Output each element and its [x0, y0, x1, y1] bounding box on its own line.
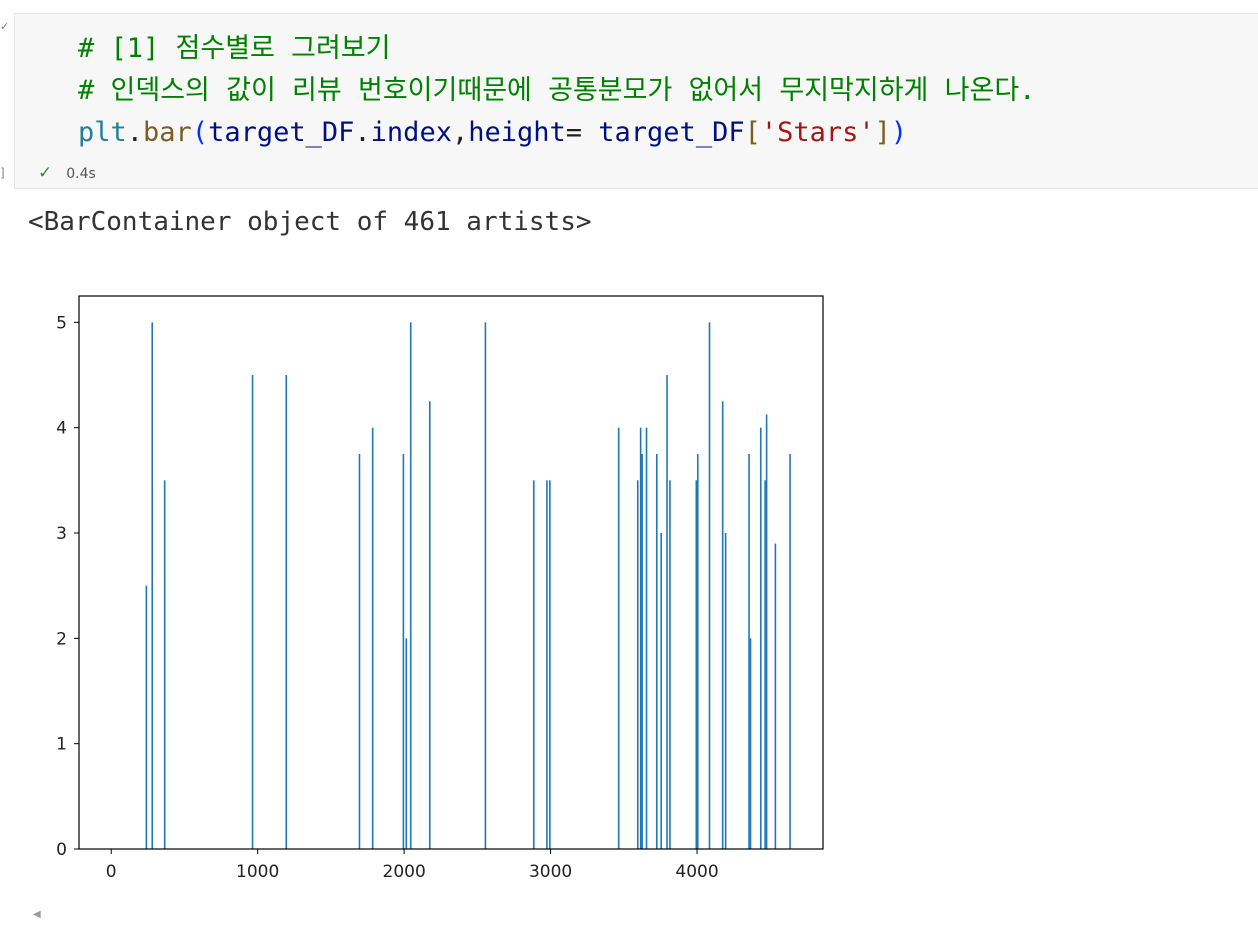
- bar: [641, 454, 643, 849]
- y-tick-label: 0: [56, 840, 67, 860]
- x-tick-label: 4000: [675, 862, 718, 882]
- bar: [546, 480, 548, 849]
- bar: [549, 480, 551, 849]
- bar: [645, 427, 648, 849]
- bar: [484, 322, 487, 849]
- bar-series: [145, 322, 791, 849]
- bar: [163, 480, 166, 849]
- bar: [764, 480, 766, 849]
- bar: [358, 454, 361, 849]
- bar: [759, 427, 762, 849]
- bar: [402, 454, 405, 849]
- bar: [285, 375, 288, 849]
- x-tick-label: 2000: [383, 862, 426, 882]
- x-tick-label: 3000: [529, 862, 572, 882]
- bar: [696, 454, 699, 849]
- bar: [765, 414, 768, 849]
- bar: [695, 480, 698, 849]
- chart-frame: [78, 295, 824, 850]
- bar: [666, 375, 668, 849]
- y-tick-label: 4: [56, 419, 67, 439]
- bar: [724, 533, 727, 849]
- bar: [639, 427, 642, 849]
- bar-chart: 0 1000 2000 3000 4000 0 1 2 3 4 5: [56, 295, 824, 882]
- x-tick-label: 1000: [236, 862, 279, 882]
- bar: [405, 638, 408, 849]
- bar: [371, 427, 374, 849]
- bar: [708, 322, 711, 849]
- bar: [532, 480, 535, 849]
- x-tick-label: 0: [106, 862, 117, 882]
- bar: [789, 454, 791, 849]
- bar: [721, 401, 724, 849]
- bar: [636, 480, 639, 849]
- bar: [655, 454, 658, 849]
- y-tick-label: 3: [56, 524, 67, 544]
- bar: [409, 322, 412, 849]
- bar: [669, 480, 671, 849]
- scroll-left-arrow-icon[interactable]: ◀: [33, 909, 41, 920]
- bar: [145, 585, 148, 849]
- y-tick-label: 1: [56, 735, 67, 755]
- bar: [151, 322, 154, 849]
- x-axis: 0 1000 2000 3000 4000: [106, 849, 719, 882]
- bar: [428, 401, 431, 849]
- y-tick-label: 2: [56, 629, 67, 649]
- bar: [251, 375, 254, 849]
- bar: [774, 543, 777, 849]
- y-axis: 0 1 2 3 4 5: [56, 313, 79, 860]
- bar: [617, 427, 620, 849]
- bar: [748, 454, 750, 849]
- bar: [749, 638, 752, 849]
- y-tick-label: 5: [56, 313, 67, 333]
- bar: [660, 533, 662, 849]
